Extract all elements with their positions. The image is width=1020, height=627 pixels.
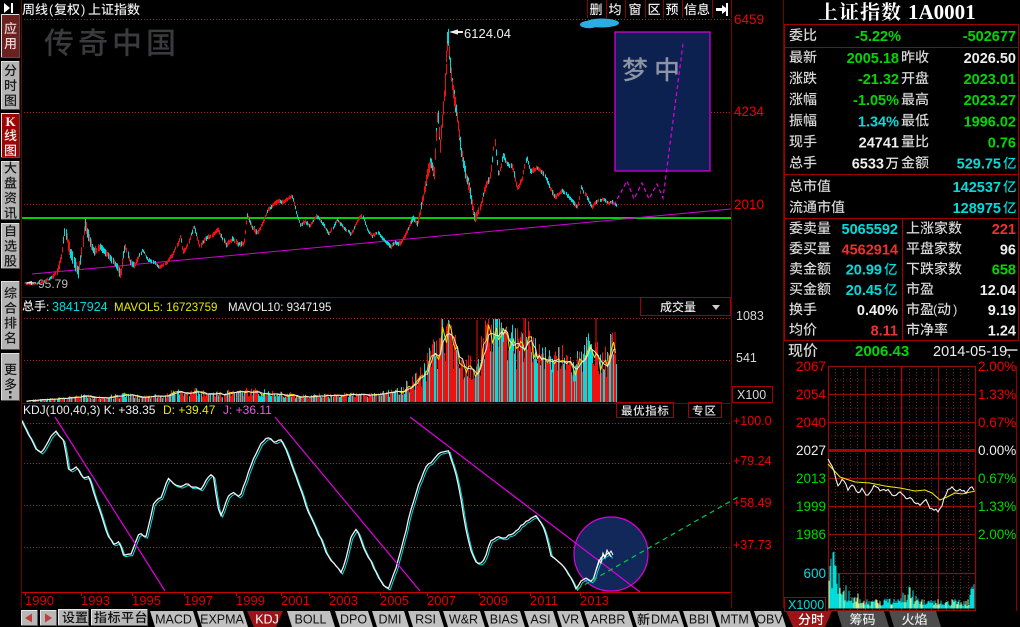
svg-text:2.00%: 2.00% [978,527,1016,542]
svg-text:2014-05-19,: 2014-05-19, [933,344,1011,360]
svg-text:96: 96 [1000,242,1016,258]
svg-text:-21.32: -21.32 [858,72,899,88]
svg-text:12.04: 12.04 [980,283,1016,299]
svg-text:(: ( [49,2,54,17]
svg-text:DMI: DMI [379,613,402,627]
svg-text:1999: 1999 [236,593,265,608]
svg-text:2023.27: 2023.27 [964,93,1016,109]
svg-text:MTM: MTM [720,613,748,627]
svg-text:ASI: ASI [530,613,550,627]
svg-text:): ) [81,2,85,17]
svg-text:X1000: X1000 [788,598,824,612]
svg-text:6459: 6459 [734,12,764,27]
svg-text:BOLL: BOLL [295,613,327,627]
svg-text:K: K [5,114,16,129]
svg-text:MACD: MACD [155,613,192,627]
svg-text:2027: 2027 [796,443,826,458]
svg-text:-1.05%: -1.05% [853,93,899,109]
svg-text:RSI: RSI [415,613,436,627]
svg-text:95.79: 95.79 [38,277,68,291]
svg-text:OBV: OBV [756,613,783,627]
svg-text:1995: 1995 [132,593,161,608]
svg-text:2001: 2001 [281,593,310,608]
svg-text:8.11: 8.11 [871,324,898,340]
svg-text:2003: 2003 [329,593,358,608]
svg-text:X100: X100 [737,388,766,402]
svg-text:-502677: -502677 [963,29,1016,45]
svg-text:1993: 1993 [81,593,110,608]
svg-text:1.33%: 1.33% [978,499,1016,514]
svg-text:2067: 2067 [796,359,826,374]
svg-text:541: 541 [736,351,757,365]
svg-text:2009: 2009 [479,593,508,608]
svg-text:2006.43: 2006.43 [855,343,909,360]
svg-text:4562914: 4562914 [842,242,898,258]
svg-text:2.00%: 2.00% [978,359,1016,374]
svg-text:658: 658 [992,263,1016,279]
svg-text:2040: 2040 [796,415,826,430]
svg-text:4234: 4234 [734,104,765,119]
svg-text:6533: 6533 [852,157,884,173]
svg-text:+100.0: +100.0 [733,414,772,428]
svg-text:1996.02: 1996.02 [964,114,1016,130]
svg-text:(: ( [933,302,938,317]
svg-text:38417924: 38417924 [52,300,108,314]
svg-text:BBI: BBI [689,613,709,627]
svg-text:J: +36.11: J: +36.11 [223,403,272,417]
svg-text:0.40%: 0.40% [857,303,898,319]
svg-text:1986: 1986 [796,527,826,542]
svg-text:2013: 2013 [580,593,609,608]
svg-text:2023.01: 2023.01 [964,72,1016,88]
svg-text:1A0001: 1A0001 [908,0,976,24]
svg-text:+79.24: +79.24 [733,454,772,468]
svg-text:5065592: 5065592 [842,222,898,238]
svg-text:2010: 2010 [734,197,764,212]
svg-text::: : [46,300,49,314]
svg-text:20.45: 20.45 [846,283,882,299]
svg-text:EXPMA: EXPMA [200,613,244,627]
svg-text:): ) [953,302,957,317]
svg-text:221: 221 [992,222,1016,238]
svg-text:1990: 1990 [25,593,54,608]
svg-text:9.19: 9.19 [988,303,1016,319]
svg-text:DMA: DMA [651,613,679,627]
svg-text:1.34%: 1.34% [858,114,899,130]
svg-text:2026.50: 2026.50 [964,51,1016,67]
svg-text:1.33%: 1.33% [978,387,1016,402]
svg-text:600: 600 [803,566,826,581]
svg-text:2005: 2005 [380,593,409,608]
svg-text:MAVOL5: 16723759: MAVOL5: 16723759 [114,302,217,314]
svg-text:+37.73: +37.73 [733,538,772,552]
svg-text:529.75: 529.75 [957,157,1001,173]
svg-text:1997: 1997 [184,593,213,608]
svg-text:0.67%: 0.67% [978,471,1016,486]
svg-text:MAVOL10: 9347195: MAVOL10: 9347195 [228,302,331,314]
svg-text:2007: 2007 [427,593,456,608]
svg-text:0.00%: 0.00% [978,443,1016,458]
svg-text:0.67%: 0.67% [978,415,1016,430]
svg-text:20.99: 20.99 [846,263,882,279]
svg-text:2054: 2054 [796,387,827,402]
svg-text:1.24: 1.24 [988,324,1016,340]
svg-text:142537: 142537 [953,180,1001,196]
svg-text:128975: 128975 [953,201,1001,217]
svg-text:2013: 2013 [796,471,826,486]
svg-text:KDJ: KDJ [255,613,279,627]
svg-text:2011: 2011 [530,593,558,608]
svg-text:24741: 24741 [859,135,899,151]
svg-text:VR: VR [562,613,579,627]
svg-text:ARBR: ARBR [591,613,626,627]
svg-text:6124.04: 6124.04 [464,26,511,41]
svg-text:BIAS: BIAS [490,613,519,627]
svg-text:2005.18: 2005.18 [847,51,899,67]
svg-text:W&R: W&R [449,613,478,627]
svg-text:+58.49: +58.49 [733,496,772,510]
svg-text:D: +39.47: D: +39.47 [163,403,216,417]
svg-text:1083: 1083 [736,309,764,323]
svg-text:DPO: DPO [340,613,367,627]
svg-text:0.76: 0.76 [988,135,1016,151]
svg-text:KDJ(100,40,3) K: +38.35: KDJ(100,40,3) K: +38.35 [23,403,156,417]
svg-text:1999: 1999 [796,499,826,514]
svg-text:-5.22%: -5.22% [855,29,901,45]
